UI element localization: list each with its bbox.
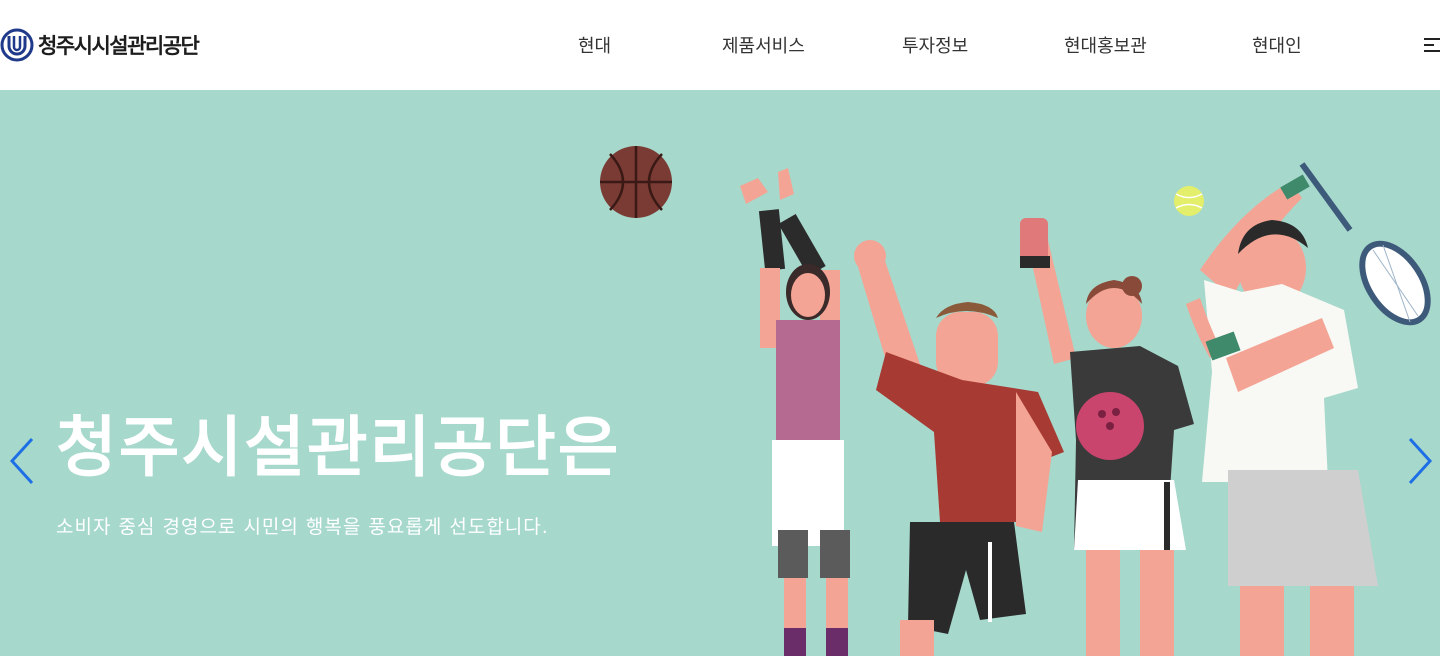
hamburger-icon[interactable] xyxy=(1424,36,1440,52)
chevron-right-icon xyxy=(1408,437,1433,485)
sports-players-illustration xyxy=(600,146,1431,656)
nav-item-investment-info[interactable]: 투자정보 xyxy=(902,32,968,58)
player-tennis xyxy=(1186,174,1378,656)
player-basketball xyxy=(740,168,850,656)
site-header: 청주시시설관리공단 현대 제품서비스 투자정보 현대홍보관 현대인 xyxy=(0,0,1440,90)
hero-banner: 청주시설관리공단은 소비자 중심 경영으로 시민의 행복을 풍요롭게 선도합니다… xyxy=(0,90,1440,656)
nav-item-pr-center[interactable]: 현대홍보관 xyxy=(1064,32,1147,58)
logo[interactable]: 청주시시설관리공단 xyxy=(0,26,200,64)
hero-title: 청주시설관리공단은 xyxy=(56,409,621,486)
tennis-ball-icon xyxy=(1174,186,1204,216)
carousel-prev-button[interactable] xyxy=(6,435,36,487)
nav-item-hyundai-people[interactable]: 현대인 xyxy=(1252,32,1302,58)
chevron-left-icon xyxy=(9,437,34,485)
carousel-next-button[interactable] xyxy=(1406,435,1436,487)
logo-text: 청주시시설관리공단 xyxy=(38,34,200,58)
nav-item-products-services[interactable]: 제품서비스 xyxy=(722,32,805,58)
player-red-shirt xyxy=(854,240,1064,656)
logo-mark-icon xyxy=(0,28,34,62)
basketball-icon xyxy=(600,146,672,218)
nav-item-hyundai[interactable]: 현대 xyxy=(578,32,611,58)
hero-subtitle: 소비자 중심 경영으로 시민의 행복을 풍요롭게 선도합니다. xyxy=(56,516,549,538)
